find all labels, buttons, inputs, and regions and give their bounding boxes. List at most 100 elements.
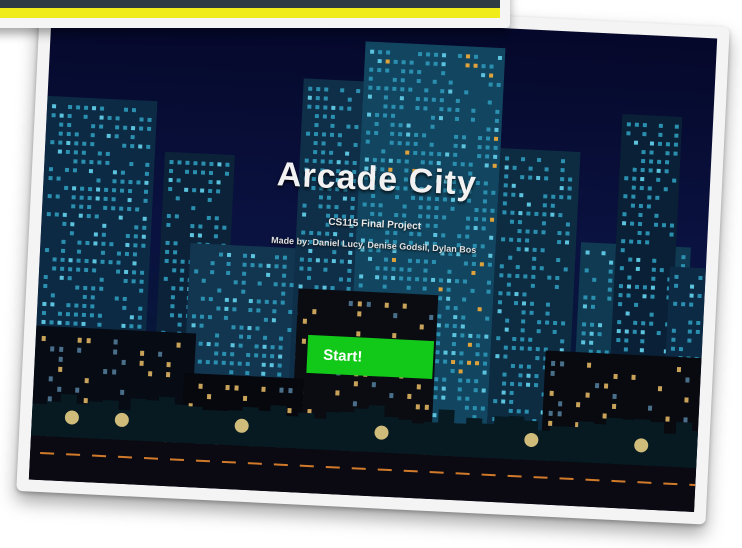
building-window: [564, 240, 570, 245]
building-window: [607, 287, 612, 292]
building-window: [421, 151, 426, 156]
building-window: [307, 266, 312, 272]
overlapping-screenshot-card: [0, 0, 510, 28]
building-window: [446, 296, 451, 301]
building-window: [511, 345, 516, 351]
building-window: [272, 300, 277, 305]
building-window: [60, 248, 66, 253]
building-window: [528, 337, 533, 342]
building-window: [517, 382, 523, 387]
building-window: [130, 135, 135, 140]
building-window: [465, 234, 470, 239]
foreground-window: [41, 335, 46, 342]
building-window: [83, 114, 88, 119]
building-window: [565, 222, 571, 227]
building-window: [493, 136, 499, 141]
start-button[interactable]: Start!: [306, 334, 435, 380]
building-window: [641, 321, 646, 326]
building-window: [624, 329, 629, 334]
building-window: [226, 270, 231, 276]
building-window: [473, 216, 479, 222]
building-window: [383, 95, 389, 100]
foreground-window: [302, 318, 307, 324]
building-window: [653, 222, 659, 227]
building-window: [397, 141, 402, 146]
building-window: [115, 116, 120, 121]
building-window: [269, 363, 274, 368]
building-window: [401, 60, 406, 65]
foreground-window: [559, 361, 565, 367]
building-window: [504, 156, 510, 161]
building-window: [494, 127, 499, 132]
building-window: [277, 372, 282, 377]
building-window: [100, 259, 105, 264]
building-window: [509, 399, 514, 405]
building-window: [545, 311, 550, 316]
building-window: [307, 95, 312, 100]
building-window: [502, 372, 507, 377]
building-window: [689, 293, 694, 298]
building-window: [689, 302, 694, 307]
building-window: [370, 49, 375, 54]
building-window: [213, 360, 218, 365]
building-window: [114, 296, 119, 301]
building-window: [262, 353, 267, 358]
building-window: [345, 151, 350, 156]
building-window: [509, 381, 515, 387]
foreground-window: [139, 360, 144, 366]
building-window: [375, 275, 380, 280]
building-window: [282, 255, 288, 260]
building-window: [383, 257, 389, 262]
building-window: [91, 124, 96, 129]
building-window: [123, 278, 128, 284]
building-window: [107, 115, 112, 121]
building-window: [262, 344, 267, 349]
building-window: [526, 364, 532, 369]
building-window: [103, 187, 109, 192]
building-window: [501, 237, 506, 242]
building-window: [367, 94, 373, 99]
foreground-window: [611, 403, 617, 410]
building-window: [437, 152, 442, 157]
building-window: [173, 241, 178, 246]
building-window: [453, 314, 458, 320]
building-window: [467, 342, 473, 347]
building-window: [425, 52, 431, 57]
building-window: [438, 287, 443, 292]
building-window: [619, 266, 624, 271]
building-window: [143, 189, 149, 194]
building-window: [642, 285, 648, 290]
building-window: [656, 159, 662, 164]
building-window: [99, 124, 104, 129]
building-window: [472, 406, 477, 411]
building-window: [498, 291, 503, 296]
building-window: [314, 113, 320, 119]
building-window: [74, 303, 79, 308]
foreground-window: [384, 302, 389, 308]
foreground-window: [548, 420, 553, 426]
building-window: [640, 330, 645, 335]
building-window: [281, 291, 286, 296]
building-window: [270, 354, 275, 359]
building-window: [350, 205, 355, 211]
building-window: [483, 352, 488, 357]
building-window: [524, 409, 529, 414]
foreground-window: [234, 385, 239, 391]
building-window: [673, 142, 679, 147]
building-window: [423, 268, 428, 273]
building-window: [485, 154, 490, 159]
building-window: [473, 54, 479, 59]
building-window: [664, 160, 670, 165]
building-window: [87, 195, 92, 201]
building-window: [470, 117, 476, 122]
building-window: [399, 267, 404, 272]
building-window: [390, 113, 396, 118]
building-window: [626, 122, 631, 127]
building-window: [316, 87, 321, 92]
building-window: [462, 297, 467, 302]
building-window: [277, 363, 282, 368]
building-window: [426, 214, 431, 219]
building-window: [454, 279, 460, 284]
building-window: [529, 301, 535, 306]
building-window: [659, 268, 664, 273]
